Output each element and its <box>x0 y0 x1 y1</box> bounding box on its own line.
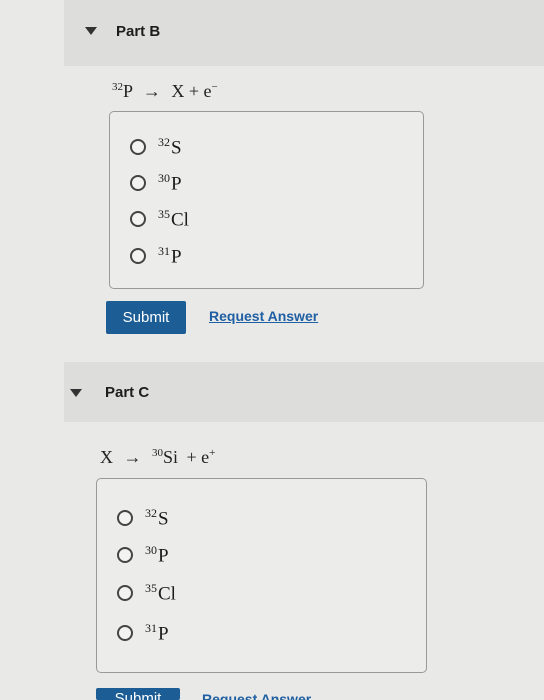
choice-label: 31P <box>158 244 182 268</box>
radio-button[interactable] <box>130 139 146 156</box>
part-b-title: Part B <box>116 23 161 40</box>
request-answer-link[interactable]: Request Answer <box>209 308 318 324</box>
choice-option[interactable]: 30P <box>117 543 169 567</box>
part-b-choices: 32S 30P 35Cl 31P <box>109 111 424 289</box>
submit-button[interactable]: Submit <box>106 301 186 334</box>
choice-option[interactable]: 32S <box>130 135 182 159</box>
choice-option[interactable]: 32S <box>117 506 169 530</box>
choice-label: 32S <box>158 135 182 159</box>
caret-down-icon[interactable] <box>70 389 82 397</box>
choice-label: 35Cl <box>145 581 176 605</box>
part-c-equation: X → 30Si + e+ <box>100 447 215 468</box>
choice-label: 30P <box>158 171 182 195</box>
request-answer-link[interactable]: Request Answer <box>202 690 311 700</box>
equation-charge: − <box>211 81 218 93</box>
equation-reactant: X <box>100 447 113 467</box>
radio-button[interactable] <box>117 625 133 642</box>
arrow-icon: → <box>123 447 142 467</box>
equation-charge: + <box>209 447 216 459</box>
arrow-icon: → <box>142 81 161 101</box>
choice-option[interactable]: 35Cl <box>130 207 189 231</box>
caret-down-icon[interactable] <box>85 27 97 35</box>
equation-mass: 30 <box>152 447 163 459</box>
choice-label: 30P <box>145 543 169 567</box>
part-c-choices: 32S 30P 35Cl 31P <box>96 478 427 673</box>
part-b-equation: 32P → X + e− <box>112 81 218 102</box>
choice-option[interactable]: 31P <box>130 244 182 268</box>
choice-label: 31P <box>145 621 169 645</box>
choice-option[interactable]: 31P <box>117 621 169 645</box>
equation-positron: + e <box>186 447 210 467</box>
equation-mass: 32 <box>112 81 123 93</box>
radio-button[interactable] <box>130 248 146 265</box>
choice-option[interactable]: 35Cl <box>117 581 176 605</box>
equation-symbol: P <box>123 81 133 101</box>
choice-label: 35Cl <box>158 207 189 231</box>
choice-label: 32S <box>145 506 169 530</box>
radio-button[interactable] <box>117 510 133 527</box>
radio-button[interactable] <box>130 211 146 228</box>
submit-button[interactable]: Submit <box>96 688 180 700</box>
equation-products: X + e <box>171 81 212 101</box>
choice-option[interactable]: 30P <box>130 171 182 195</box>
equation-symbol: Si <box>163 447 179 467</box>
part-c-title: Part C <box>105 384 150 401</box>
radio-button[interactable] <box>117 585 133 602</box>
radio-button[interactable] <box>117 547 133 564</box>
radio-button[interactable] <box>130 175 146 192</box>
